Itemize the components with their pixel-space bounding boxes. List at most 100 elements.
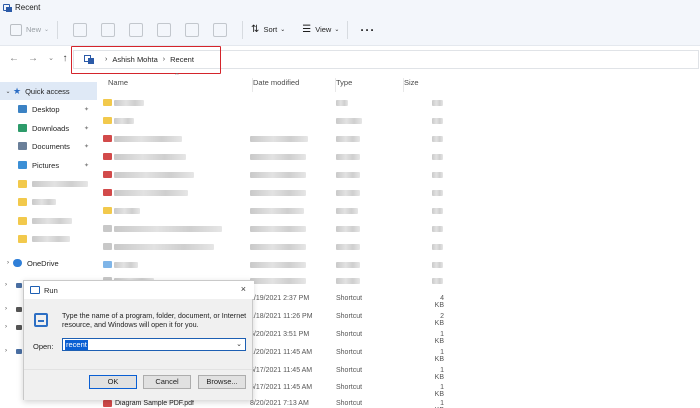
chevron-right-icon[interactable]: › <box>3 260 13 266</box>
sidebar-item-label: Downloads <box>32 123 70 133</box>
column-header-type[interactable]: Type <box>336 78 404 92</box>
blurred-type <box>336 278 360 284</box>
chevron-down-icon: ⌄ <box>44 27 50 33</box>
command-bar: New ⌄ ⇅ Sort ⌄ ☰ View ⌄ ··· <box>0 14 700 46</box>
blurred-type <box>336 262 360 268</box>
table-row[interactable] <box>100 238 700 256</box>
blurred-date <box>250 154 306 160</box>
more-options-button[interactable]: ··· <box>360 23 375 37</box>
sidebar-item-pictures[interactable]: Pictures ✦ <box>0 156 97 174</box>
file-size: 1 KB <box>434 331 444 345</box>
file-type: Shortcut <box>336 313 363 320</box>
pdf-icon <box>103 400 112 407</box>
rename-icon[interactable] <box>157 22 172 37</box>
file-type: Shortcut <box>336 400 363 407</box>
file-date: 1/18/2021 11:26 PM <box>250 313 313 320</box>
blurred-size <box>432 208 443 214</box>
paste-icon[interactable] <box>129 22 144 37</box>
blurred-type <box>336 244 360 250</box>
chevron-down-icon: ⌄ <box>334 27 340 33</box>
table-row[interactable] <box>100 130 700 148</box>
forward-arrow-icon[interactable]: → <box>27 52 39 66</box>
file-name: Diagram Sample PDF.pdf <box>115 400 194 407</box>
blurred-size <box>432 244 443 250</box>
chevron-right-icon[interactable]: › <box>5 324 7 330</box>
recent-folder-icon <box>3 3 12 12</box>
chevron-down-icon: ⌄ <box>280 27 286 33</box>
blurred-filename <box>114 118 134 124</box>
blurred-filename <box>114 226 222 232</box>
sidebar-item-documents[interactable]: Documents ✦ <box>0 137 97 155</box>
blurred-type <box>336 136 360 142</box>
blurred-filename <box>114 262 138 268</box>
cloud-icon <box>13 259 22 267</box>
share-icon[interactable] <box>185 22 200 37</box>
file-icon <box>103 243 112 250</box>
sidebar-item-onedrive[interactable]: › OneDrive <box>0 254 97 272</box>
cut-icon[interactable] <box>73 22 88 37</box>
table-row[interactable] <box>100 112 700 130</box>
pdf-icon <box>103 171 112 178</box>
sort-button[interactable]: ⇅ Sort ⌄ <box>251 19 285 41</box>
sidebar-item-folder[interactable] <box>0 230 97 248</box>
column-header-date[interactable]: Date modified <box>253 78 336 92</box>
close-icon[interactable]: × <box>241 284 246 294</box>
open-input-value[interactable]: recent <box>65 339 88 350</box>
blurred-date <box>250 208 304 214</box>
up-arrow-icon[interactable]: ↑ <box>59 52 71 66</box>
chevron-down-icon[interactable]: ⌄ <box>236 340 242 348</box>
sidebar-item-folder[interactable] <box>0 193 97 211</box>
plus-icon <box>10 23 22 36</box>
folder-icon <box>18 180 27 188</box>
file-size: 1 KB <box>434 349 444 363</box>
recent-locations-chevron-icon[interactable]: ⌄ <box>45 52 57 66</box>
blurred-date <box>250 244 306 250</box>
pdf-icon <box>103 189 112 196</box>
cancel-button[interactable]: Cancel <box>143 375 191 389</box>
chevron-down-icon[interactable]: ⌄ <box>3 88 13 95</box>
star-icon: ★ <box>13 85 22 96</box>
file-date: 1/20/2021 11:45 AM <box>250 349 313 356</box>
chevron-right-icon[interactable]: › <box>5 282 7 288</box>
run-program-icon <box>34 313 48 327</box>
open-input[interactable]: recent ⌄ <box>62 338 246 351</box>
blurred-size <box>432 154 443 160</box>
table-row[interactable] <box>100 184 700 202</box>
blurred-date <box>250 136 308 142</box>
back-arrow-icon[interactable]: ← <box>8 52 20 66</box>
new-button[interactable]: New ⌄ <box>10 19 49 41</box>
table-row[interactable] <box>100 220 700 238</box>
folder-icon <box>103 117 112 124</box>
run-dialog-titlebar[interactable]: Run <box>24 281 254 299</box>
sidebar-item-folder[interactable] <box>0 175 97 193</box>
view-button[interactable]: ☰ View ⌄ <box>302 19 339 41</box>
chevron-right-icon[interactable]: › <box>5 348 7 354</box>
sidebar-item-quick-access[interactable]: ⌄ ★ Quick access <box>0 82 97 100</box>
delete-icon[interactable] <box>213 22 228 37</box>
blurred-type <box>336 100 348 106</box>
blurred-filename <box>114 208 140 214</box>
drive-icon <box>16 325 22 330</box>
ok-button[interactable]: OK <box>89 375 137 389</box>
file-date: 5/20/2021 3:51 PM <box>250 331 310 338</box>
blurred-size <box>432 262 443 268</box>
column-header-name[interactable]: Name <box>108 78 253 92</box>
sidebar-item-desktop[interactable]: Desktop ✦ <box>0 100 97 118</box>
blurred-date <box>250 278 306 284</box>
sidebar-item-downloads[interactable]: Downloads ✦ <box>0 119 97 137</box>
sidebar-item-folder[interactable] <box>0 212 97 230</box>
table-row[interactable] <box>100 166 700 184</box>
copy-icon[interactable] <box>101 22 116 37</box>
file-size: 1 KB <box>435 400 444 408</box>
table-row[interactable] <box>100 148 700 166</box>
file-icon <box>103 225 112 232</box>
sidebar-item-label: Quick access <box>25 86 70 96</box>
chevron-right-icon[interactable]: › <box>5 306 7 312</box>
folder-icon <box>103 99 112 106</box>
blurred-size <box>432 278 443 284</box>
blurred-size <box>432 190 443 196</box>
column-header-size[interactable]: Size <box>404 78 464 92</box>
table-row[interactable] <box>100 202 700 220</box>
table-row[interactable] <box>100 94 700 112</box>
browse-button[interactable]: Browse... <box>198 375 246 389</box>
